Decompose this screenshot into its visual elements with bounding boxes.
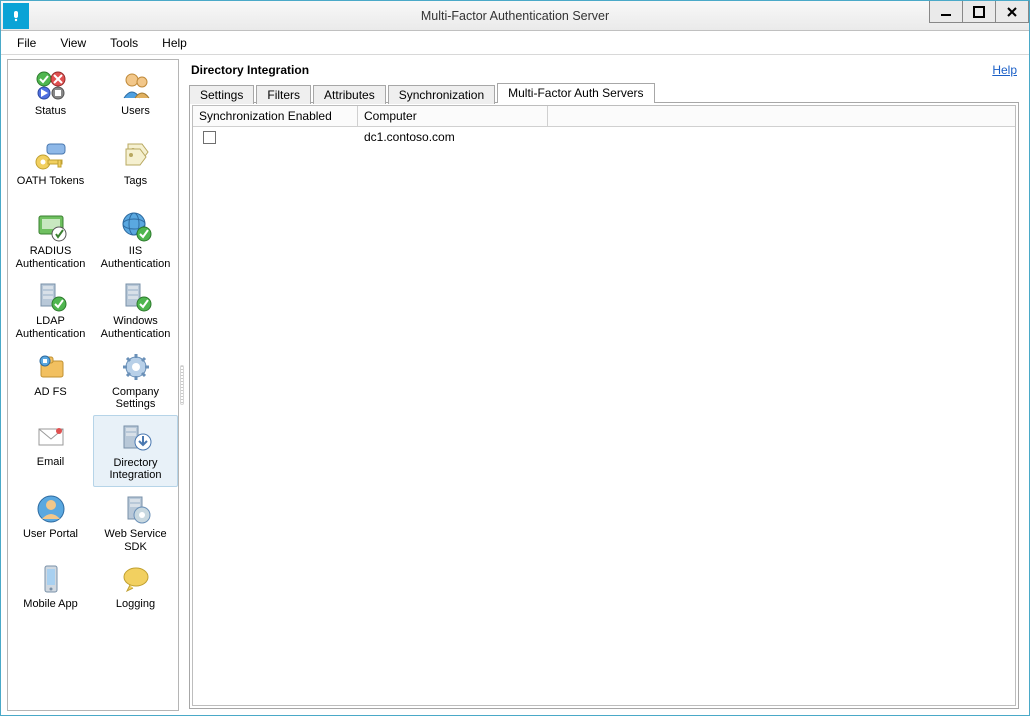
users-icon (120, 70, 152, 102)
nav-mobile-app[interactable]: Mobile App (8, 557, 93, 627)
tab-body: Synchronization Enabled Computer dc1.con… (189, 102, 1019, 709)
app-icon (3, 3, 29, 29)
email-icon (35, 421, 67, 453)
nav-windows-authentication[interactable]: Windows Authentication (93, 274, 178, 344)
nav-ldap-authentication[interactable]: LDAP Authentication (8, 274, 93, 344)
user-portal-icon (35, 493, 67, 525)
iis-icon (120, 210, 152, 242)
adfs-icon (35, 351, 67, 383)
window-title: Multi-Factor Authentication Server (1, 9, 1029, 23)
help-link[interactable]: Help (992, 63, 1017, 77)
menubar: File View Tools Help (1, 31, 1029, 55)
nav-logging[interactable]: Logging (93, 557, 178, 627)
status-icon (35, 70, 67, 102)
page-title: Directory Integration (191, 63, 309, 77)
tab-mfa-servers[interactable]: Multi-Factor Auth Servers (497, 83, 654, 103)
tab-filters[interactable]: Filters (256, 85, 311, 104)
tab-synchronization[interactable]: Synchronization (388, 85, 495, 104)
menu-help[interactable]: Help (152, 33, 197, 53)
tab-settings[interactable]: Settings (189, 85, 254, 104)
ldap-icon (35, 280, 67, 312)
grid-row[interactable]: dc1.contoso.com (193, 127, 1015, 147)
servers-grid: Synchronization Enabled Computer dc1.con… (192, 105, 1016, 706)
nav-iis-authentication[interactable]: IIS Authentication (93, 204, 178, 274)
nav-tags[interactable]: Tags (93, 134, 178, 204)
nav-users[interactable]: Users (93, 64, 178, 134)
nav-web-service-sdk[interactable]: Web Service SDK (93, 487, 178, 557)
nav-directory-integration[interactable]: Directory Integration (93, 415, 178, 487)
menu-tools[interactable]: Tools (100, 33, 148, 53)
windows-auth-icon (120, 280, 152, 312)
cell-computer: dc1.contoso.com (358, 128, 548, 146)
radius-icon (35, 210, 67, 242)
content-area: Directory Integration Help Settings Filt… (185, 55, 1029, 715)
nav-radius-authentication[interactable]: RADIUS Authentication (8, 204, 93, 274)
menu-file[interactable]: File (7, 33, 46, 53)
tabstrip: Settings Filters Attributes Synchronizat… (189, 81, 1019, 103)
tab-attributes[interactable]: Attributes (313, 85, 386, 104)
menu-view[interactable]: View (50, 33, 96, 53)
column-computer[interactable]: Computer (358, 106, 548, 126)
maximize-button[interactable] (962, 1, 996, 23)
column-spacer (548, 106, 1015, 126)
column-sync-enabled[interactable]: Synchronization Enabled (193, 106, 358, 126)
nav-adfs[interactable]: AD FS (8, 345, 93, 415)
tag-icon (120, 140, 152, 172)
titlebar: Multi-Factor Authentication Server (1, 1, 1029, 31)
mobile-icon (35, 563, 67, 595)
close-button[interactable] (995, 1, 1029, 23)
gear-icon (120, 351, 152, 383)
directory-integration-icon (120, 422, 152, 454)
sync-enabled-checkbox[interactable] (203, 131, 216, 144)
side-panel: Status Users OATH Tokens Tags RADIUS Aut… (7, 59, 179, 711)
minimize-button[interactable] (929, 1, 963, 23)
nav-status[interactable]: Status (8, 64, 93, 134)
logging-icon (120, 563, 152, 595)
key-icon (35, 140, 67, 172)
nav-company-settings[interactable]: Company Settings (93, 345, 178, 415)
nav-user-portal[interactable]: User Portal (8, 487, 93, 557)
nav-oath-tokens[interactable]: OATH Tokens (8, 134, 93, 204)
nav-email[interactable]: Email (8, 415, 93, 487)
sdk-icon (120, 493, 152, 525)
